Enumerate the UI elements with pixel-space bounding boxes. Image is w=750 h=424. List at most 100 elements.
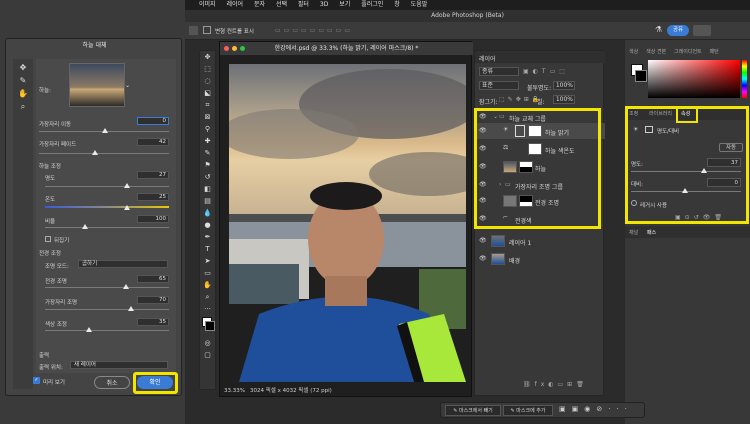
brightness-thumb[interactable] (124, 183, 130, 188)
menu-window[interactable]: 창 (394, 0, 400, 10)
zoom-tool-icon[interactable]: ⌕ (13, 100, 33, 113)
flip-checkbox[interactable] (45, 236, 51, 242)
menu-plugins[interactable]: 플러그인 (361, 0, 383, 10)
sky-preset-thumbnail[interactable] (69, 63, 125, 107)
shape-tool-icon[interactable]: ▭ (200, 267, 215, 279)
scale-field[interactable]: 100 (137, 215, 169, 223)
color-adjust-thumb[interactable] (86, 327, 92, 332)
gradient-icon[interactable]: ▤ (200, 195, 215, 207)
tab-patterns[interactable]: 패턴 (710, 48, 719, 55)
close-window-icon[interactable] (224, 46, 229, 51)
blur-tool-icon[interactable]: 💧 (200, 207, 215, 219)
maximize-window-icon[interactable] (240, 46, 245, 51)
canvas-image[interactable] (229, 64, 466, 382)
subtract-from-mask-button[interactable]: ✎ 마스크에서 빼기 (445, 405, 501, 416)
menu-view[interactable]: 보기 (339, 0, 350, 10)
tab-color[interactable]: 색상 (629, 48, 638, 55)
move-edge-field[interactable]: 0 (137, 117, 169, 125)
opacity-field[interactable]: 100% (553, 81, 575, 90)
healing-brush-icon[interactable]: ✚ (200, 135, 215, 147)
layer-footer-icons[interactable]: ⛓fx◐▭⊞🗑 (523, 381, 588, 388)
tab-paths[interactable]: 패스 (647, 229, 656, 236)
brightness-slider[interactable] (45, 186, 169, 187)
marquee-tool-icon[interactable]: ⬚ (200, 63, 215, 75)
eye-icon[interactable]: 👁 (479, 237, 487, 244)
quick-mask-icon[interactable]: ◎ (200, 337, 215, 349)
menu-select[interactable]: 선택 (276, 0, 287, 10)
move-tool-icon[interactable] (189, 26, 198, 35)
minimize-window-icon[interactable] (232, 46, 237, 51)
pen-tool-icon[interactable]: ✒ (200, 231, 215, 243)
menu-layer[interactable]: 레이어 (226, 0, 243, 10)
color-field[interactable] (648, 60, 740, 98)
screen-mode-icon[interactable]: ▢ (200, 349, 215, 361)
foreground-light-field[interactable]: 65 (137, 275, 169, 283)
hand-tool-icon[interactable]: ✋ (13, 87, 33, 100)
preview-checkbox[interactable]: ✓ (33, 377, 40, 384)
fade-edge-field[interactable]: 42 (137, 138, 169, 146)
eraser-icon[interactable]: ◧ (200, 183, 215, 195)
sky-dropdown-chevron-icon[interactable]: ⌄ (125, 82, 130, 89)
dodge-tool-icon[interactable]: ● (200, 219, 215, 231)
lasso-tool-icon[interactable]: ◌ (200, 75, 215, 87)
tab-gradients[interactable]: 그레이디언트 (674, 48, 702, 55)
zoom-level[interactable]: 33.33% (224, 385, 245, 397)
lock-icons[interactable]: ⬚✎✥⊞🔒 (499, 96, 542, 103)
move-tool-icon[interactable]: ✥ (200, 51, 215, 63)
hue-slider[interactable] (742, 60, 747, 98)
color-adjust-field[interactable]: 35 (137, 318, 169, 326)
more-tools-icon[interactable]: ··· (200, 303, 215, 315)
edge-light-slider[interactable] (45, 309, 169, 310)
crop-tool-icon[interactable]: ⌗ (200, 99, 215, 111)
task-bar-icons[interactable]: ▣▣◉⊘··· (559, 405, 633, 413)
eyedropper-icon[interactable]: ⚲ (200, 123, 215, 135)
foreground-light-slider[interactable] (45, 287, 169, 288)
menu-image[interactable]: 이미지 (199, 0, 216, 10)
zoom-tool-icon[interactable]: ⌕ (200, 291, 215, 303)
align-icons[interactable]: ▭▭▭▭▭▭▭▭▭ (275, 27, 353, 34)
share-button[interactable]: 공유 (667, 25, 689, 36)
filter-kind-select[interactable]: 종류 (479, 67, 519, 76)
temperature-field[interactable]: 25 (137, 193, 169, 201)
checkbox-icon[interactable] (203, 26, 211, 34)
hand-tool-icon[interactable]: ✋ (200, 279, 215, 291)
sky-brush-icon[interactable]: ✎ (13, 74, 33, 87)
menu-3d[interactable]: 3D (320, 0, 328, 10)
layers-tab[interactable]: 레이어 (479, 54, 496, 63)
menu-filter[interactable]: 필터 (298, 0, 309, 10)
foreground-light-thumb[interactable] (123, 284, 129, 289)
add-to-mask-button[interactable]: ✎ 마스크에 추가 (503, 405, 553, 416)
document-tab[interactable]: 한강에서.psd @ 33.3% (하늘 밝기, 레이어 마스크/8) * (220, 42, 473, 55)
type-tool-icon[interactable]: T (200, 243, 215, 255)
flask-icon[interactable]: ⚗ (655, 25, 665, 35)
eye-icon[interactable]: 👁 (479, 255, 487, 262)
brightness-field[interactable]: 27 (137, 171, 169, 179)
cancel-button[interactable]: 취소 (94, 376, 130, 389)
fill-field[interactable]: 100% (553, 95, 575, 104)
stamp-tool-icon[interactable]: ⚑ (200, 159, 215, 171)
move-sky-tool-icon[interactable]: ✥ (13, 61, 33, 74)
object-select-icon[interactable]: ⬕ (200, 87, 215, 99)
move-edge-thumb[interactable] (102, 128, 108, 133)
fade-edge-slider[interactable] (39, 153, 169, 154)
temperature-slider[interactable] (45, 206, 169, 208)
filter-icons[interactable]: ▣◐T▭⬚ (523, 68, 569, 75)
color-swatches-icon[interactable] (200, 315, 215, 337)
fade-edge-thumb[interactable] (92, 150, 98, 155)
tab-channels[interactable]: 채널 (629, 229, 638, 236)
layer-row-layer1[interactable]: 👁 레이어 1 (475, 233, 605, 249)
temperature-thumb[interactable] (124, 205, 130, 210)
output-to-select[interactable]: 새 레이어 (70, 361, 168, 369)
blend-mode-select[interactable]: 표준 (479, 81, 519, 90)
frame-tool-icon[interactable]: ⊠ (200, 111, 215, 123)
history-brush-icon[interactable]: ↺ (200, 171, 215, 183)
tab-swatches[interactable]: 색상 견본 (646, 48, 666, 55)
color-adjust-slider[interactable] (45, 330, 169, 331)
background-color-swatch[interactable] (635, 70, 647, 82)
brush-tool-icon[interactable]: ✎ (200, 147, 215, 159)
scale-slider[interactable] (45, 227, 169, 228)
path-select-icon[interactable]: ➤ (200, 255, 215, 267)
menu-type[interactable]: 문자 (254, 0, 265, 10)
edge-light-thumb[interactable] (128, 306, 134, 311)
menu-help[interactable]: 도움말 (411, 0, 428, 10)
